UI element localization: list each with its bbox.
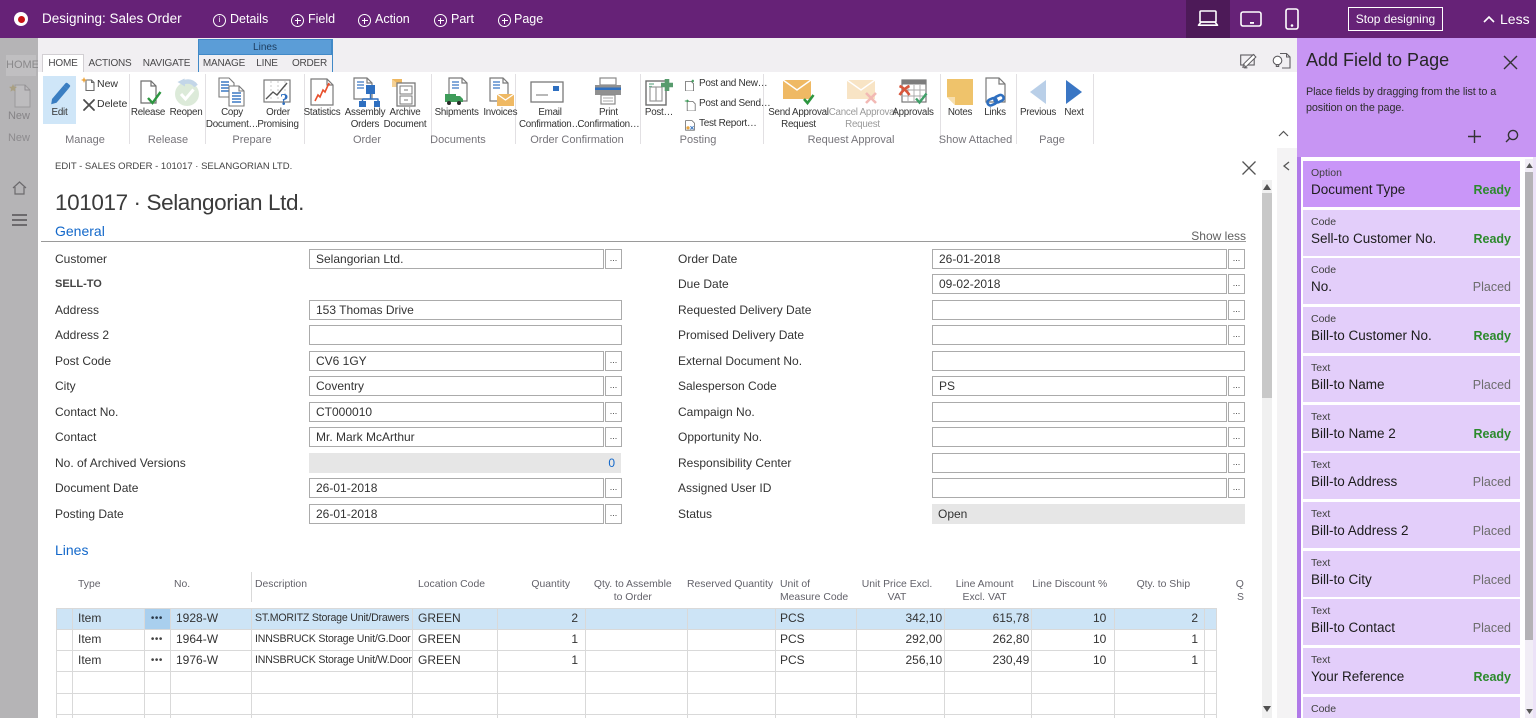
svg-text:?: ?	[280, 90, 289, 107]
